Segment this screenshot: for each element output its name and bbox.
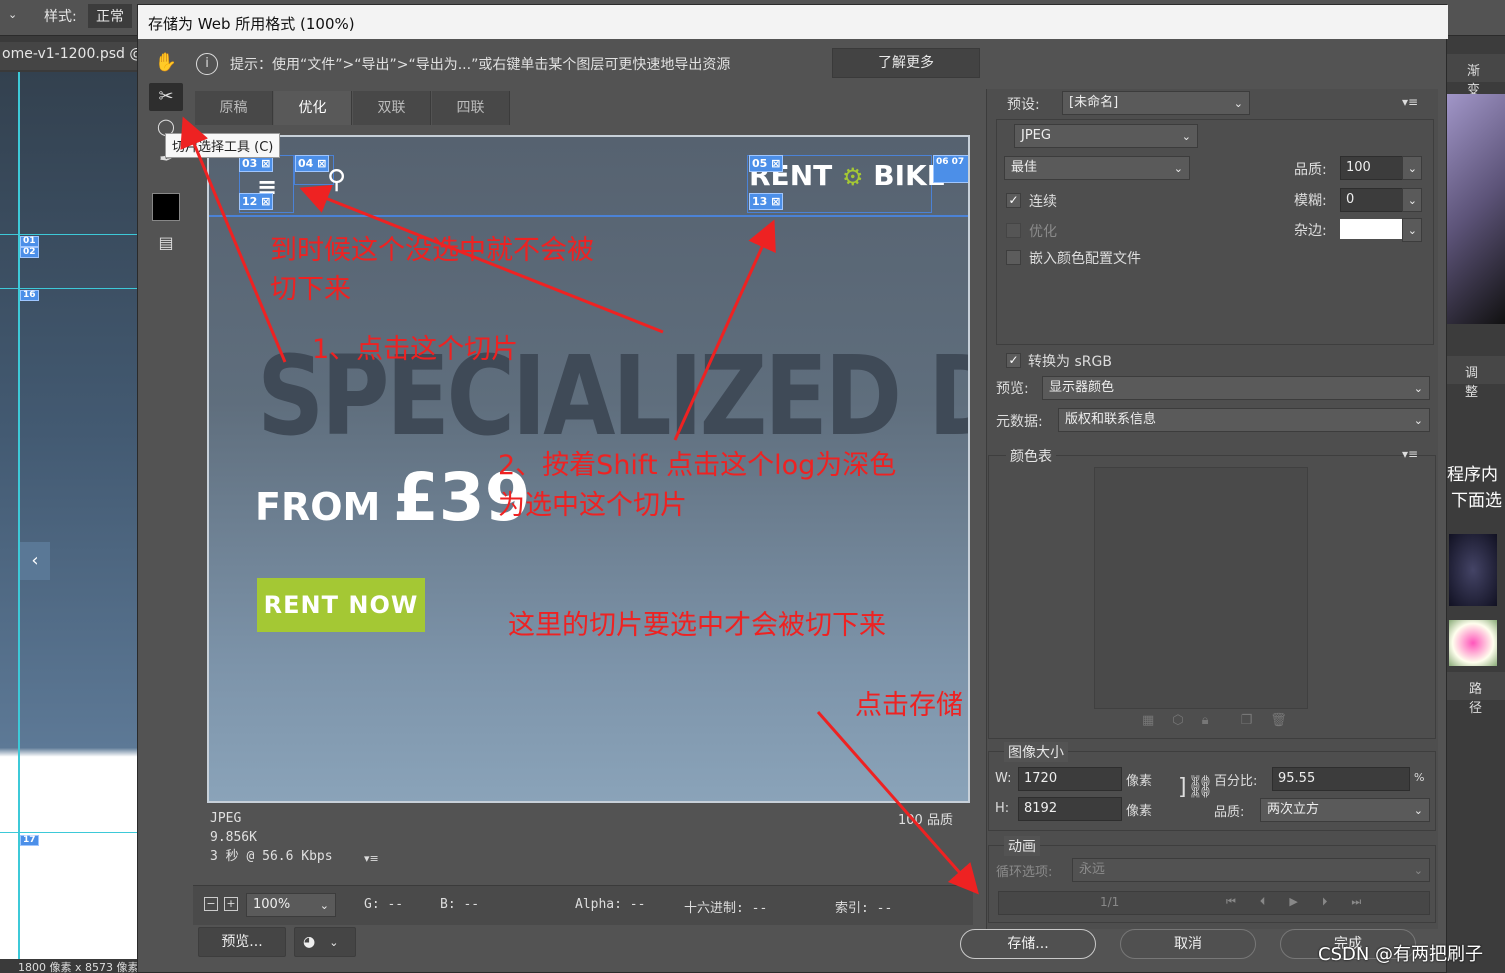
annotation-text: 切下来 bbox=[270, 274, 351, 305]
watermark: CSDN @有两把刷子 bbox=[1318, 944, 1484, 965]
annotation-arrows bbox=[180, 116, 979, 895]
annotation-text: 到时候这个没选中就不会被 bbox=[270, 235, 594, 266]
annotation-text: 2、按着Shift 点击这个log为深色 bbox=[498, 450, 897, 481]
annotation-text: 1、点击这个切片 bbox=[312, 334, 519, 365]
arrow-to-logo-slice bbox=[673, 219, 776, 441]
annotation-text: 点击存储 bbox=[855, 690, 963, 721]
arrow-to-save bbox=[816, 711, 979, 895]
annotation-text: 这里的切片要选中才会被切下来 bbox=[508, 610, 886, 641]
annotation-text: 为选中这个切片 bbox=[498, 490, 687, 521]
